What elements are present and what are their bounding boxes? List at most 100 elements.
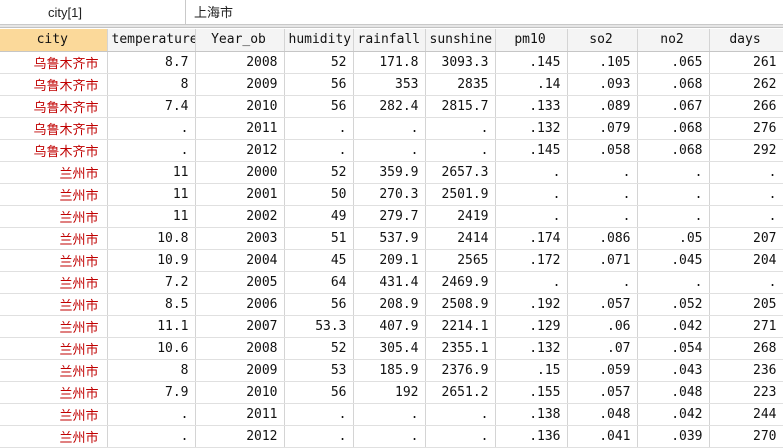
cell-days[interactable]: 236 <box>709 359 783 382</box>
cell-so2[interactable]: .093 <box>567 73 638 96</box>
column-header-days[interactable]: days <box>709 29 783 52</box>
cell-no2[interactable]: .065 <box>637 51 710 74</box>
cell-temperature[interactable]: 11 <box>107 183 196 206</box>
cell-sunshine[interactable]: 3093.3 <box>425 51 496 74</box>
cell-sunshine[interactable]: 2376.9 <box>425 359 496 382</box>
cell-pm10[interactable]: .14 <box>495 73 568 96</box>
cell-sunshine[interactable]: 2508.9 <box>425 293 496 316</box>
cell-sunshine[interactable]: . <box>425 139 496 162</box>
cell-rainfall[interactable]: 353 <box>353 73 426 96</box>
cell-sunshine[interactable]: 2501.9 <box>425 183 496 206</box>
cell-no2[interactable]: . <box>637 161 710 184</box>
cell-no2[interactable]: .042 <box>637 403 710 426</box>
cell-so2[interactable]: .041 <box>567 425 638 448</box>
cell-temperature[interactable]: 8.7 <box>107 51 196 74</box>
cell-days[interactable]: 271 <box>709 315 783 338</box>
cell-reference-box[interactable]: city[1] <box>0 0 186 25</box>
cell-so2[interactable]: .079 <box>567 117 638 140</box>
cell-temperature[interactable]: 10.8 <box>107 227 196 250</box>
cell-sunshine[interactable]: 2355.1 <box>425 337 496 360</box>
column-header-city[interactable]: city <box>0 29 108 52</box>
cell-so2[interactable]: . <box>567 161 638 184</box>
cell-humidity[interactable]: 64 <box>284 271 354 294</box>
cell-sunshine[interactable]: 2815.7 <box>425 95 496 118</box>
column-header-so2[interactable]: so2 <box>567 29 638 52</box>
cell-days[interactable]: . <box>709 205 783 228</box>
cell-temperature[interactable]: 10.6 <box>107 337 196 360</box>
cell-sunshine[interactable]: 2214.1 <box>425 315 496 338</box>
cell-year-ob[interactable]: 2012 <box>195 425 285 448</box>
cell-temperature[interactable]: 11 <box>107 161 196 184</box>
cell-year-ob[interactable]: 2009 <box>195 359 285 382</box>
cell-city[interactable]: 乌鲁木齐市 <box>0 117 108 140</box>
cell-sunshine[interactable]: 2835 <box>425 73 496 96</box>
cell-days[interactable]: 205 <box>709 293 783 316</box>
cell-city[interactable]: 乌鲁木齐市 <box>0 95 108 118</box>
cell-days[interactable]: 270 <box>709 425 783 448</box>
column-header-temperature[interactable]: temperature <box>107 29 196 52</box>
cell-pm10[interactable]: . <box>495 161 568 184</box>
cell-pm10[interactable]: .133 <box>495 95 568 118</box>
cell-year-ob[interactable]: 2009 <box>195 73 285 96</box>
cell-days[interactable]: . <box>709 271 783 294</box>
cell-sunshine[interactable]: 2565 <box>425 249 496 272</box>
cell-no2[interactable]: .054 <box>637 337 710 360</box>
cell-so2[interactable]: .089 <box>567 95 638 118</box>
cell-so2[interactable]: .057 <box>567 381 638 404</box>
cell-humidity[interactable]: 53 <box>284 359 354 382</box>
cell-city[interactable]: 兰州市 <box>0 293 108 316</box>
cell-days[interactable]: 266 <box>709 95 783 118</box>
cell-humidity[interactable]: 56 <box>284 381 354 404</box>
cell-pm10[interactable]: .174 <box>495 227 568 250</box>
cell-so2[interactable]: .06 <box>567 315 638 338</box>
cell-rainfall[interactable]: 208.9 <box>353 293 426 316</box>
cell-humidity[interactable]: 45 <box>284 249 354 272</box>
cell-pm10[interactable]: . <box>495 271 568 294</box>
cell-city[interactable]: 兰州市 <box>0 403 108 426</box>
cell-city[interactable]: 兰州市 <box>0 315 108 338</box>
cell-year-ob[interactable]: 2000 <box>195 161 285 184</box>
cell-city[interactable]: 乌鲁木齐市 <box>0 51 108 74</box>
column-header-no2[interactable]: no2 <box>637 29 710 52</box>
cell-temperature[interactable]: 11.1 <box>107 315 196 338</box>
cell-year-ob[interactable]: 2006 <box>195 293 285 316</box>
cell-sunshine[interactable]: . <box>425 403 496 426</box>
cell-sunshine[interactable]: 2414 <box>425 227 496 250</box>
cell-temperature[interactable]: 8 <box>107 359 196 382</box>
cell-no2[interactable]: .052 <box>637 293 710 316</box>
cell-pm10[interactable]: . <box>495 183 568 206</box>
cell-year-ob[interactable]: 2011 <box>195 117 285 140</box>
cell-city[interactable]: 兰州市 <box>0 183 108 206</box>
cell-year-ob[interactable]: 2005 <box>195 271 285 294</box>
cell-no2[interactable]: . <box>637 183 710 206</box>
cell-no2[interactable]: .043 <box>637 359 710 382</box>
cell-pm10[interactable]: . <box>495 205 568 228</box>
cell-days[interactable]: 223 <box>709 381 783 404</box>
cell-humidity[interactable]: 56 <box>284 73 354 96</box>
cell-rainfall[interactable]: . <box>353 117 426 140</box>
cell-pm10[interactable]: .138 <box>495 403 568 426</box>
cell-pm10[interactable]: .192 <box>495 293 568 316</box>
cell-rainfall[interactable]: . <box>353 403 426 426</box>
cell-temperature[interactable]: . <box>107 117 196 140</box>
column-header-humidity[interactable]: humidity <box>284 29 354 52</box>
cell-humidity[interactable]: 52 <box>284 51 354 74</box>
cell-temperature[interactable]: . <box>107 139 196 162</box>
cell-so2[interactable]: .071 <box>567 249 638 272</box>
cell-so2[interactable]: .07 <box>567 337 638 360</box>
cell-no2[interactable]: .068 <box>637 139 710 162</box>
cell-no2[interactable]: .067 <box>637 95 710 118</box>
cell-days[interactable]: 244 <box>709 403 783 426</box>
cell-year-ob[interactable]: 2003 <box>195 227 285 250</box>
cell-city[interactable]: 兰州市 <box>0 205 108 228</box>
cell-no2[interactable]: .045 <box>637 249 710 272</box>
cell-humidity[interactable]: 52 <box>284 337 354 360</box>
cell-rainfall[interactable]: . <box>353 425 426 448</box>
cell-days[interactable]: 292 <box>709 139 783 162</box>
cell-rainfall[interactable]: 192 <box>353 381 426 404</box>
column-header-pm10[interactable]: pm10 <box>495 29 568 52</box>
cell-temperature[interactable]: 8 <box>107 73 196 96</box>
cell-so2[interactable]: . <box>567 205 638 228</box>
cell-humidity[interactable]: 49 <box>284 205 354 228</box>
cell-humidity[interactable]: . <box>284 403 354 426</box>
